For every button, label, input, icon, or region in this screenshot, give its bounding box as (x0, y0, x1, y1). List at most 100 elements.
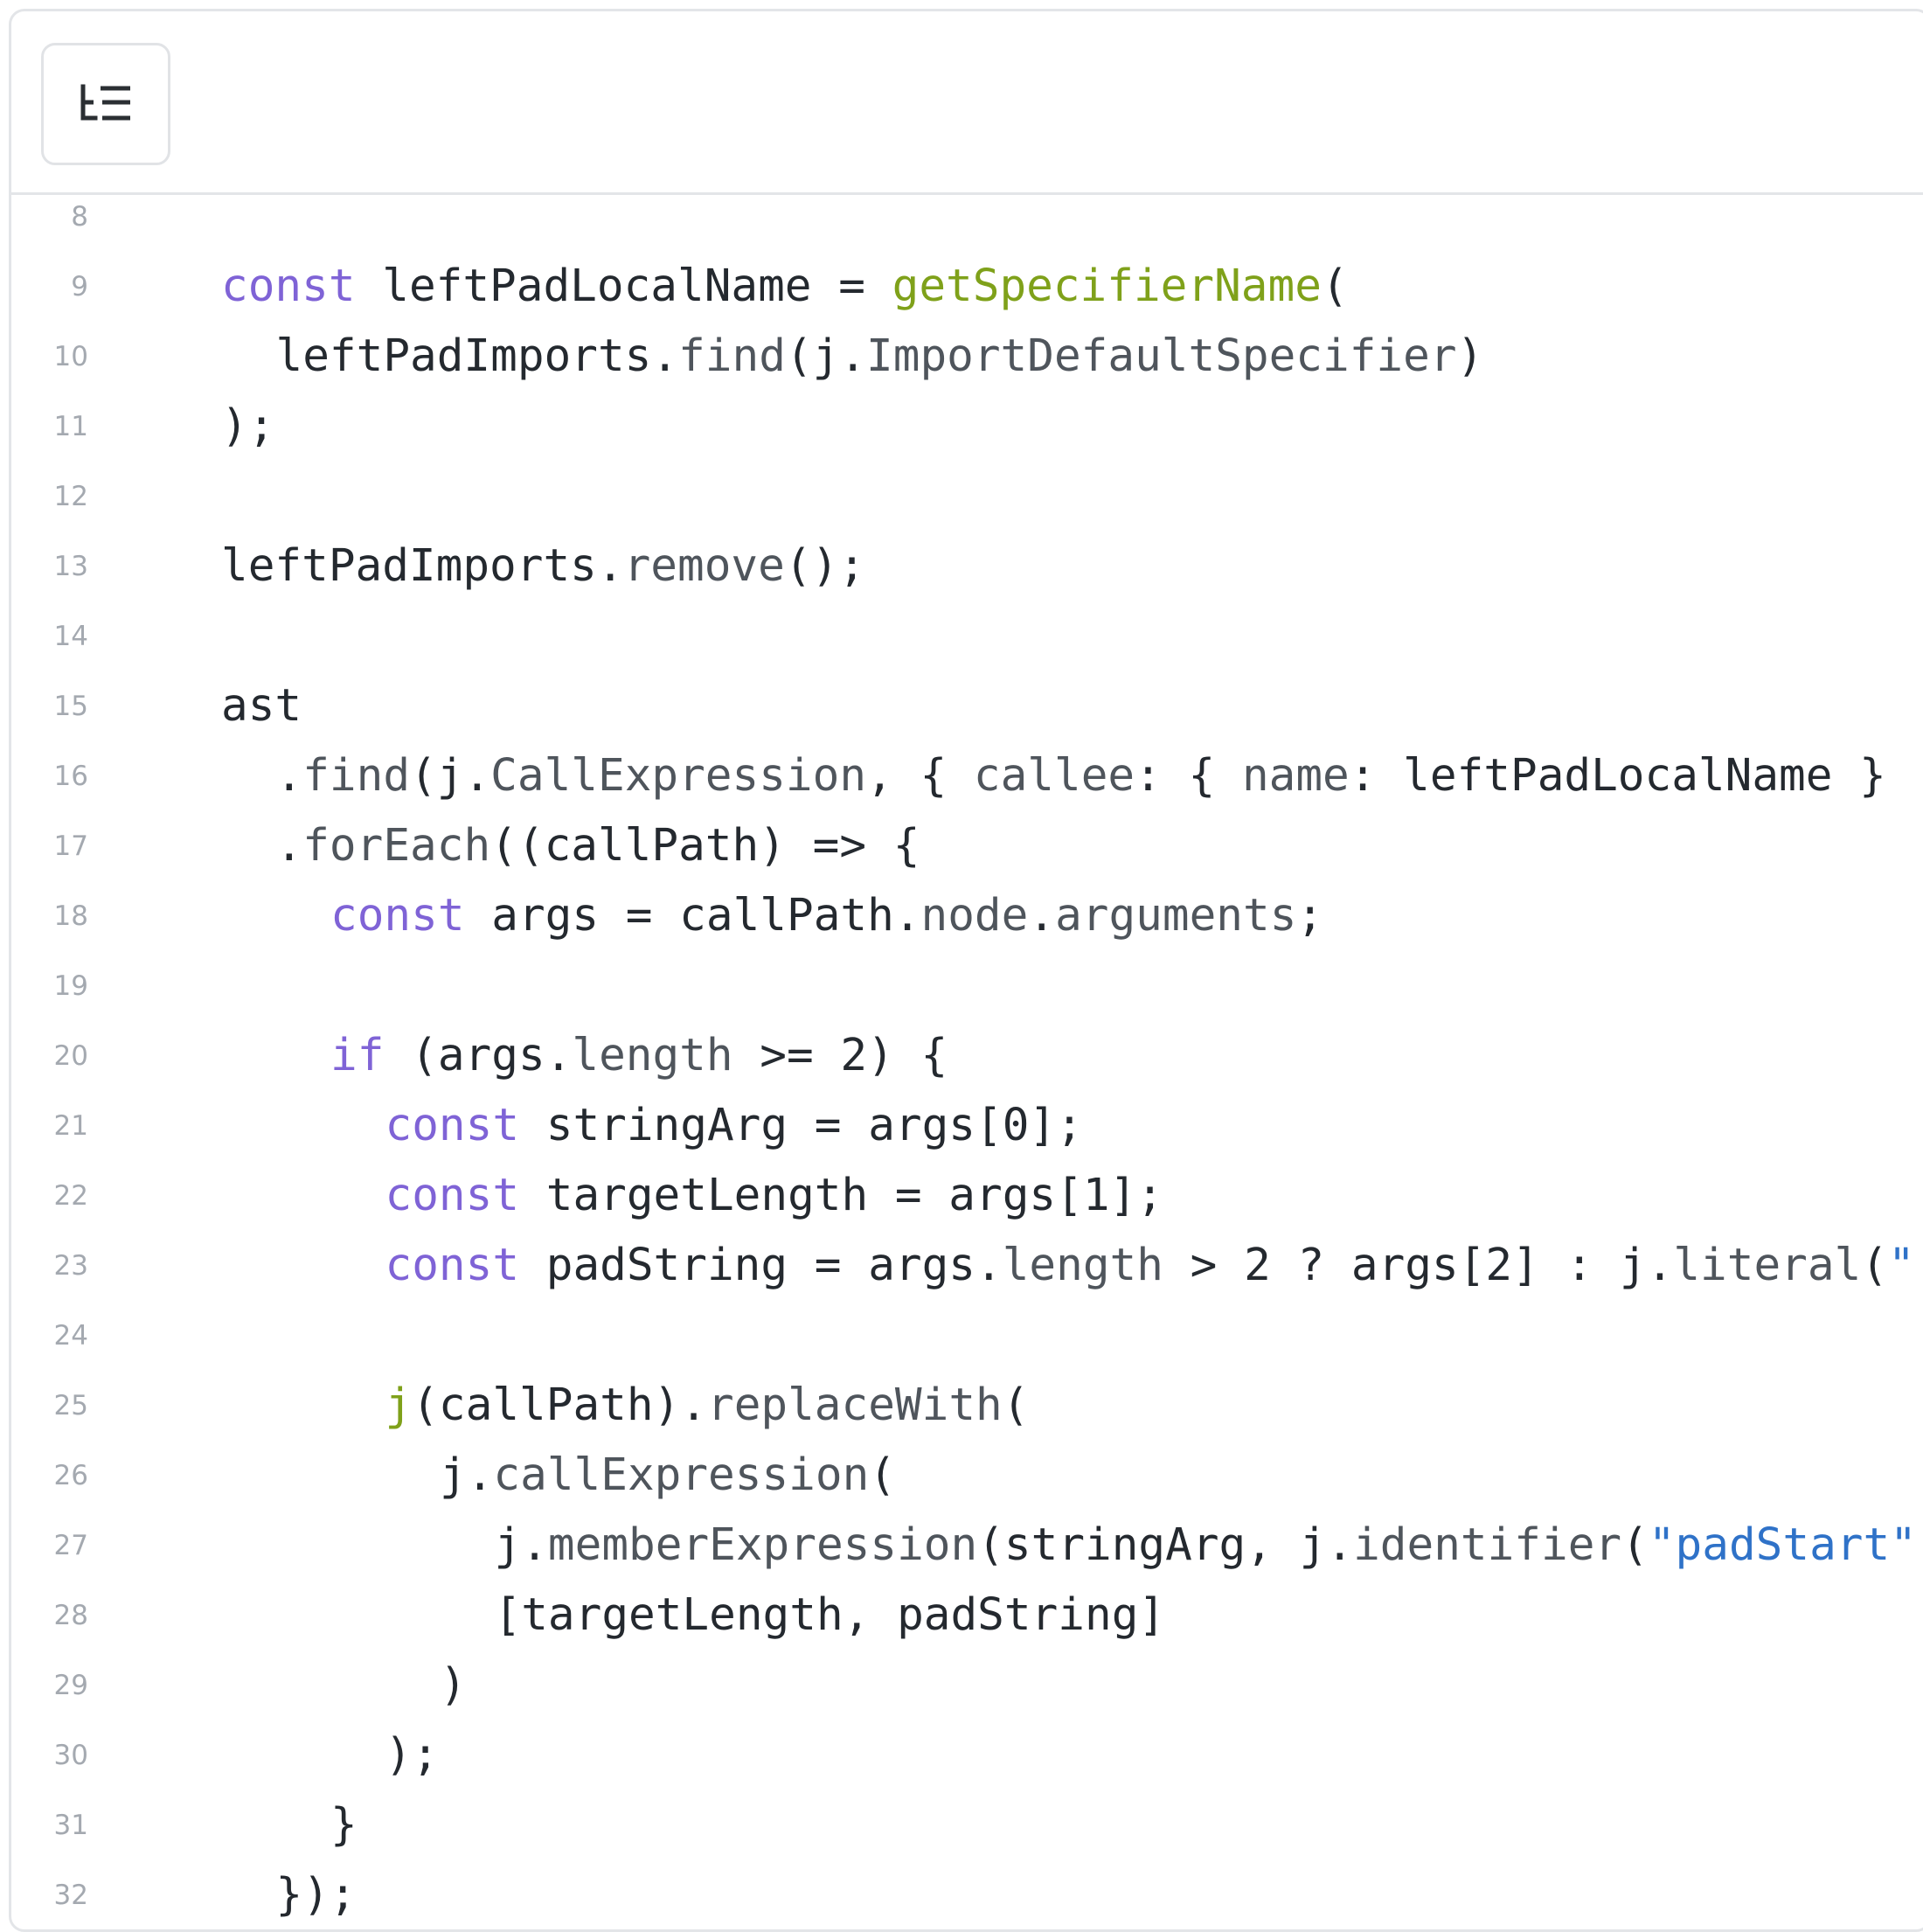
code-token: length (1002, 1240, 1163, 1291)
line-number: 17 (53, 830, 88, 862)
code-token: replaceWith (706, 1380, 1003, 1431)
code-line: 24 (11, 1301, 1923, 1371)
code-line: 27 j.memberExpression(stringArg, j.identi… (11, 1511, 1923, 1581)
code-token: getSpecifierName (892, 261, 1322, 312)
code-line: 17 .forEach((callPath) => { (11, 811, 1923, 881)
code-line: 26 j.callExpression( (11, 1441, 1923, 1511)
code-line: 31} (11, 1790, 1923, 1860)
code-token: ; (1296, 890, 1324, 942)
code-text: const args = callPath.node.arguments; (330, 881, 1323, 951)
code-token: const (221, 261, 356, 312)
code-viewer: 8 9 const leftPadLocalName = getSpecifierN… (9, 9, 1923, 1932)
code-text: const stringArg = args[0]; (385, 1091, 1083, 1161)
code-token: . (275, 820, 303, 872)
code-line: 16 .find(j.CallExpression, { callee: { na… (11, 741, 1923, 811)
code-line: 12 (11, 462, 1923, 532)
line-number: 14 (53, 621, 88, 652)
code-text: if (args.length >= 2) { (330, 1021, 948, 1091)
code-token: (callPath). (412, 1380, 707, 1431)
code-text: const padString = args.length > 2 ? args… (385, 1231, 1915, 1301)
code-token: ); (385, 1729, 439, 1781)
line-number: 18 (53, 900, 88, 932)
code-text: } (330, 1790, 358, 1860)
code-text: ); (385, 1720, 439, 1790)
code-token: (stringArg, j. (977, 1519, 1354, 1571)
code-token: ) (1456, 330, 1484, 382)
code-line: 14 (11, 601, 1923, 671)
code-token: callExpression (493, 1449, 870, 1501)
code-line: 23 const padString = args.length > 2 ? ar… (11, 1231, 1923, 1301)
code-token: const (330, 890, 465, 942)
code-token: (); (784, 540, 865, 592)
code-line: 28 [targetLength, padString] (11, 1581, 1923, 1651)
code-token: ( (1861, 1240, 1888, 1291)
code-token: >= 2) { (732, 1030, 948, 1081)
code-token: . (1028, 890, 1056, 942)
code-token: name (1241, 750, 1350, 802)
line-number: 22 (53, 1180, 88, 1212)
code-token: ImportDefaultSpecifier (866, 330, 1457, 382)
code-token: forEach (302, 820, 491, 872)
outline-list-icon (80, 84, 130, 121)
code-line: 20 if (args.length >= 2) { (11, 1021, 1923, 1091)
code-text: [targetLength, padString] (495, 1581, 1166, 1651)
code-line: 15 ast (11, 671, 1923, 741)
code-token: CallExpression (490, 750, 867, 802)
code-token: callee (973, 750, 1135, 802)
line-number: 8 (71, 201, 88, 233)
line-number: 28 (53, 1600, 88, 1631)
code-token: }); (275, 1869, 357, 1921)
code-line: 18 const args = callPath.node.arguments; (11, 881, 1923, 951)
code-token: length (572, 1030, 733, 1081)
code-token: targetLength = args[1]; (519, 1170, 1163, 1221)
line-number: 24 (53, 1320, 88, 1352)
code-text: ); (221, 392, 274, 462)
line-number: 26 (53, 1460, 88, 1491)
line-number: 21 (53, 1110, 88, 1142)
code-line: 11); (11, 392, 1923, 462)
code-token: ( (1002, 1380, 1030, 1431)
code-token: . (275, 750, 303, 802)
code-token: j. (494, 1519, 548, 1571)
code-line: 29) (11, 1651, 1923, 1720)
code-token: (args. (384, 1030, 573, 1081)
code-token: if (330, 1030, 385, 1081)
code-token: padString = args. (519, 1240, 1003, 1291)
line-number: 9 (71, 271, 88, 302)
line-number: 12 (53, 481, 88, 512)
line-number: 13 (53, 551, 88, 582)
code-token: const (385, 1170, 520, 1221)
code-token: leftPadImports. (275, 330, 679, 382)
code-token: node (920, 890, 1029, 942)
line-number: 25 (53, 1390, 88, 1421)
code-token: remove (623, 540, 785, 592)
code-token: j. (440, 1449, 494, 1501)
code-token: " (1888, 1240, 1915, 1291)
outline-toggle-button[interactable] (41, 43, 170, 165)
line-number: 20 (53, 1040, 88, 1072)
code-token: (j. (785, 330, 867, 382)
code-editor[interactable]: 8 9 const leftPadLocalName = getSpecifierN… (11, 198, 1923, 1929)
code-line: 25 j(callPath).replaceWith( (11, 1371, 1923, 1441)
line-number: 30 (53, 1740, 88, 1771)
code-text: j.memberExpression(stringArg, j.identifi… (495, 1511, 1917, 1581)
code-line: 21 const stringArg = args[0]; (11, 1091, 1923, 1161)
code-token: ast (221, 680, 302, 732)
code-token: ); (221, 400, 275, 452)
code-line: 30); (11, 1720, 1923, 1790)
code-token: const (385, 1240, 520, 1291)
line-number: 16 (53, 761, 88, 792)
code-token: ( (1621, 1519, 1649, 1571)
code-token: ( (1321, 261, 1349, 312)
code-text: leftPadImports.remove(); (221, 532, 865, 601)
code-text: .find(j.CallExpression, { callee: { name… (276, 741, 1886, 811)
code-text: }); (275, 1860, 357, 1929)
line-number: 31 (53, 1810, 88, 1841)
code-line: 9 const leftPadLocalName = getSpecifierNa… (11, 252, 1923, 322)
code-token: ( (869, 1449, 897, 1501)
code-token: ((callPath) => { (490, 820, 920, 872)
code-token: [targetLength, padString] (494, 1589, 1166, 1641)
toolbar (11, 11, 1923, 195)
line-number: 27 (53, 1530, 88, 1561)
code-token: j (385, 1380, 413, 1431)
